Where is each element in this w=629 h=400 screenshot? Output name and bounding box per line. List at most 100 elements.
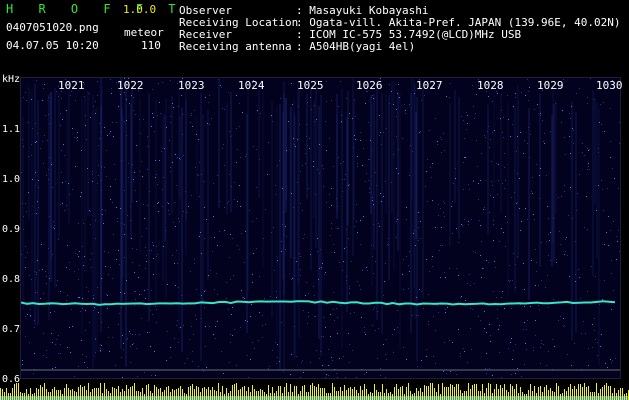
noise-dot xyxy=(383,196,384,197)
noise-dot xyxy=(482,268,483,269)
spectrum-bar xyxy=(448,387,449,400)
spectrum-bar xyxy=(510,384,511,400)
noise-dot xyxy=(60,125,61,126)
noise-dot xyxy=(397,310,398,311)
noise-dot xyxy=(546,175,547,176)
noise-dot xyxy=(230,342,231,343)
noise-dot xyxy=(145,268,146,269)
noise-dot xyxy=(546,241,547,242)
spectrum-bar xyxy=(116,389,117,400)
noise-dot xyxy=(406,219,407,220)
spectrum-bar xyxy=(562,393,563,400)
noise-dot xyxy=(438,312,439,313)
spectrum-bar xyxy=(376,390,377,400)
noise-dot xyxy=(566,237,567,238)
noise-dot xyxy=(155,177,156,178)
noise-dot xyxy=(35,185,36,186)
noise-dot xyxy=(136,249,137,250)
noise-dot xyxy=(402,138,403,139)
noise-dot xyxy=(567,255,568,256)
spectrum-bar xyxy=(146,385,147,400)
noise-dot xyxy=(397,93,398,94)
noise-dot xyxy=(91,267,92,268)
noise-dot xyxy=(614,178,615,179)
noise-dot xyxy=(349,288,350,289)
noise-dot xyxy=(228,201,229,202)
noise-dot xyxy=(601,124,602,125)
noise-dot xyxy=(103,223,104,224)
noise-dot xyxy=(487,131,488,132)
noise-dot xyxy=(515,97,516,98)
noise-dot xyxy=(97,287,98,288)
spectrum-bar xyxy=(352,389,353,400)
noise-dot xyxy=(92,181,93,182)
noise-dot xyxy=(492,185,493,186)
noise-dot xyxy=(214,237,215,238)
spectrum-bar xyxy=(182,389,183,400)
spectrum-bar xyxy=(554,392,555,400)
noise-dot xyxy=(340,81,341,82)
noise-dot xyxy=(416,297,417,298)
noise-dot xyxy=(144,290,145,291)
noise-dot xyxy=(46,283,47,284)
noise-dot xyxy=(380,375,381,376)
noise-dot xyxy=(421,100,422,101)
noise-dot xyxy=(473,106,474,107)
noise-dot xyxy=(485,368,486,369)
noise-dot xyxy=(30,315,31,316)
noise-dot xyxy=(532,193,533,194)
spectrum-bar xyxy=(512,386,513,400)
noise-dot xyxy=(369,192,370,193)
noise-dot xyxy=(101,209,102,210)
noise-dot xyxy=(406,207,407,208)
spectrum-bar xyxy=(546,385,547,400)
noise-dot xyxy=(511,308,512,309)
noise-dot xyxy=(199,236,200,237)
noise-dot xyxy=(548,351,549,352)
spectrum-bar xyxy=(568,387,569,400)
noise-dot xyxy=(110,267,111,268)
noise-dot xyxy=(86,287,87,288)
spectrum-bar xyxy=(344,385,345,400)
noise-dot xyxy=(62,182,63,183)
noise-dot xyxy=(77,140,78,141)
noise-dot xyxy=(110,79,111,80)
noise-dot xyxy=(182,134,183,135)
noise-dot xyxy=(311,109,312,110)
noise-dot xyxy=(579,88,580,89)
noise-dot xyxy=(435,118,436,119)
noise-dot xyxy=(226,282,227,283)
noise-dot xyxy=(444,342,445,343)
noise-dot xyxy=(178,218,179,219)
noise-dot xyxy=(349,113,350,114)
noise-dot xyxy=(132,334,133,335)
noise-dot xyxy=(117,221,118,222)
noise-dot xyxy=(25,246,26,247)
spectrum-bar xyxy=(122,389,123,400)
noise-dot xyxy=(612,360,613,361)
noise-dot xyxy=(326,150,327,151)
noise-dot xyxy=(471,219,472,220)
noise-dot xyxy=(319,268,320,269)
noise-dot xyxy=(147,332,148,333)
noise-dot xyxy=(126,339,127,340)
spectrum-bar xyxy=(380,392,381,400)
noise-dot xyxy=(371,245,372,246)
noise-dot xyxy=(78,269,79,270)
noise-dot xyxy=(191,115,192,116)
noise-dot xyxy=(135,291,136,292)
noise-dot xyxy=(33,373,34,374)
noise-dot xyxy=(331,188,332,189)
noise-dot xyxy=(354,312,355,313)
noise-dot xyxy=(199,196,200,197)
noise-dot xyxy=(443,133,444,134)
spectrum-bar xyxy=(420,388,421,400)
spectrum-bar xyxy=(160,388,161,400)
noise-dot xyxy=(316,350,317,351)
noise-dot xyxy=(204,181,205,182)
noise-dot xyxy=(217,321,218,322)
noise-dot xyxy=(251,304,252,305)
noise-dot xyxy=(446,96,447,97)
noise-dot xyxy=(553,299,554,300)
noise-dot xyxy=(619,122,620,123)
